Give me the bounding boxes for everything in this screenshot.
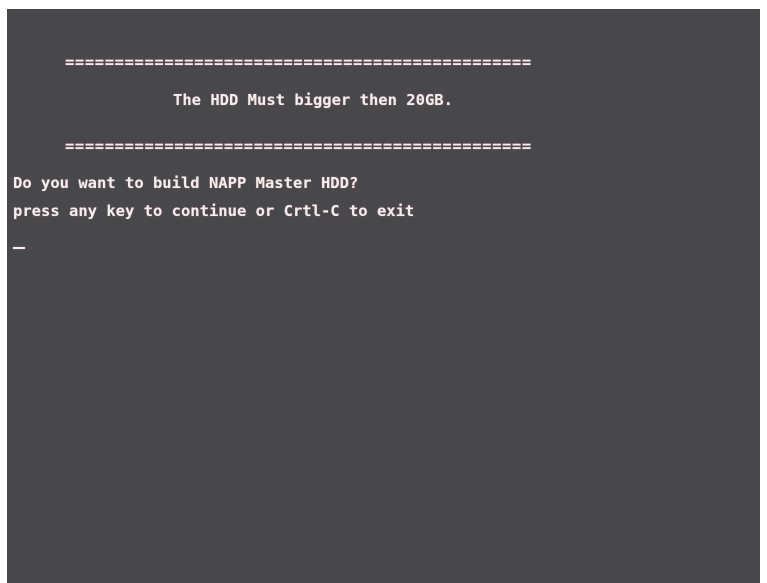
separator-line-bottom: ========================================…	[65, 137, 532, 155]
hdd-size-warning: The HDD Must bigger then 20GB.	[173, 91, 453, 109]
continue-instruction: press any key to continue or Crtl-C to e…	[13, 202, 415, 220]
build-question: Do you want to build NAPP Master HDD?	[13, 174, 359, 192]
console-screen[interactable]: ========================================…	[7, 9, 760, 583]
separator-line-top: ========================================…	[65, 53, 532, 71]
text-cursor	[13, 247, 25, 249]
